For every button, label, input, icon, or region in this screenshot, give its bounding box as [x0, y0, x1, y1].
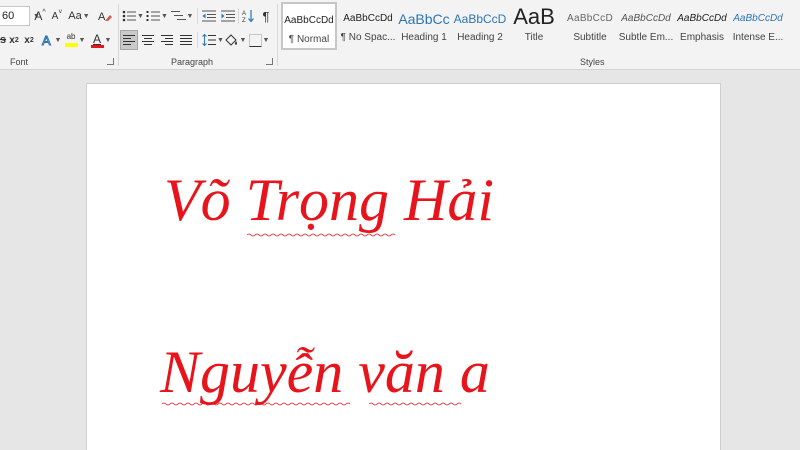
borders-icon [248, 33, 262, 47]
highlighter-icon [64, 43, 78, 47]
numbering-button[interactable]: ▼ [146, 6, 168, 26]
style-emphasis[interactable]: AaBbCcDd Emphasis [674, 2, 730, 50]
shading-button[interactable]: ▼ [223, 30, 247, 50]
chevron-down-icon: ▼ [82, 12, 90, 20]
increase-indent-button[interactable] [220, 6, 236, 26]
chevron-down-icon: ▼ [54, 36, 62, 44]
svg-text:A: A [42, 33, 51, 47]
line-spacing-button[interactable]: ▼ [201, 30, 225, 50]
chevron-down-icon: ▼ [78, 36, 86, 44]
align-right-button[interactable] [158, 30, 176, 50]
sort-icon: A Z [242, 10, 254, 23]
decrease-indent-icon [202, 10, 216, 22]
shrink-font-button[interactable]: A ˅ [50, 6, 64, 26]
text-effects-icon: A [41, 33, 51, 47]
strikethrough-button[interactable]: s [0, 30, 6, 50]
chevron-down-icon: ▼ [262, 36, 270, 44]
svg-text:A: A [242, 11, 246, 17]
superscript-button[interactable]: x2 [22, 30, 36, 50]
numbered-list-icon [146, 11, 161, 21]
paragraph-dialog-launcher-icon[interactable] [266, 58, 273, 65]
document-area[interactable]: Võ Trọng Hải Nguyễn văn a [0, 71, 800, 450]
style-subtitle[interactable]: AaBbCcD Subtitle [562, 2, 618, 50]
line-spacing-icon [202, 34, 217, 46]
decrease-indent-button[interactable] [201, 6, 217, 26]
multilevel-list-icon [170, 11, 186, 20]
styles-group-label: Styles [580, 57, 605, 67]
font-dialog-launcher-icon[interactable] [107, 58, 114, 65]
group-divider [197, 32, 198, 48]
multilevel-list-button[interactable]: ▼ [170, 6, 194, 26]
style-intense-emphasis[interactable]: AaBbCcDd Intense E... [730, 2, 786, 50]
paragraph-group-label: Paragraph [171, 57, 214, 67]
paragraph-group: ▼ ▼ ▼ A Z ¶ ▼ ▼ ▼ Paragraph [119, 0, 277, 70]
bullets-button[interactable]: ▼ [122, 6, 144, 26]
clear-formatting-icon: A [98, 11, 112, 23]
chevron-down-icon: ▼ [186, 12, 194, 20]
style-normal[interactable]: AaBbCcDd ¶ Normal [281, 2, 337, 50]
ribbon: 60 ▼ A ^ A ˅ Aa ▼ A s x2 x2 A ▼ ab ▼ A ▼… [0, 0, 800, 70]
style-title[interactable]: AaB Title [506, 2, 562, 50]
spellcheck-squiggle [247, 233, 396, 237]
style-heading-1[interactable]: AaBbCc Heading 1 [396, 2, 452, 50]
align-right-icon [161, 35, 173, 45]
subscript-button[interactable]: x2 [7, 30, 21, 50]
caret-down-icon: ˅ [58, 9, 63, 16]
bullet-list-icon [122, 10, 137, 22]
align-center-button[interactable] [139, 30, 157, 50]
group-divider [238, 8, 239, 24]
justify-button[interactable] [177, 30, 195, 50]
chevron-down-icon: ▼ [239, 36, 247, 44]
style-subtle-emphasis[interactable]: AaBbCcDd Subtle Em... [618, 2, 674, 50]
document-page[interactable]: Võ Trọng Hải Nguyễn văn a [86, 83, 721, 450]
font-group: 60 ▼ A ^ A ˅ Aa ▼ A s x2 x2 A ▼ ab ▼ A ▼… [0, 0, 119, 70]
align-left-button[interactable] [120, 30, 138, 50]
chevron-down-icon: ▼ [161, 12, 168, 20]
align-left-icon [123, 35, 135, 45]
chevron-down-icon: ▼ [137, 12, 144, 20]
document-line[interactable]: Nguyễn văn a [160, 342, 490, 402]
pilcrow-icon: ¶ [262, 8, 270, 24]
borders-button[interactable]: ▼ [247, 30, 271, 50]
grow-font-button[interactable]: A ^ [33, 6, 47, 26]
style-heading-2[interactable]: AaBbCcD Heading 2 [452, 2, 508, 50]
justify-icon [180, 35, 192, 45]
font-group-label: Font [10, 57, 29, 67]
show-formatting-button[interactable]: ¶ [259, 6, 273, 26]
paint-bucket-icon [224, 34, 237, 46]
chevron-down-icon: ▼ [104, 36, 112, 44]
spellcheck-squiggle [369, 402, 461, 406]
svg-text:A: A [98, 11, 106, 23]
group-divider [197, 8, 198, 24]
style-no-spacing[interactable]: AaBbCcDd ¶ No Spac... [340, 2, 396, 50]
change-case-button[interactable]: Aa ▼ [68, 6, 90, 26]
text-effects-button[interactable]: A ▼ [40, 30, 62, 50]
strikethrough-icon: s [0, 34, 7, 46]
highlight-button[interactable]: ab ▼ [64, 30, 86, 50]
document-line[interactable]: Võ Trọng Hải [164, 170, 494, 230]
font-color-button[interactable]: A ▼ [89, 30, 113, 50]
font-color-swatch-icon [90, 44, 104, 48]
font-size-input[interactable]: 60 [0, 6, 30, 26]
svg-text:Z: Z [242, 18, 246, 23]
spellcheck-squiggle [162, 402, 351, 406]
caret-up-icon: ^ [42, 9, 46, 16]
styles-group: AaBbCcDd ¶ Normal AaBbCcDd ¶ No Spac... … [278, 0, 800, 70]
clear-formatting-button[interactable]: A [96, 6, 114, 26]
increase-indent-icon [221, 10, 235, 22]
sort-button[interactable]: A Z [241, 6, 255, 26]
align-center-icon [142, 35, 154, 45]
